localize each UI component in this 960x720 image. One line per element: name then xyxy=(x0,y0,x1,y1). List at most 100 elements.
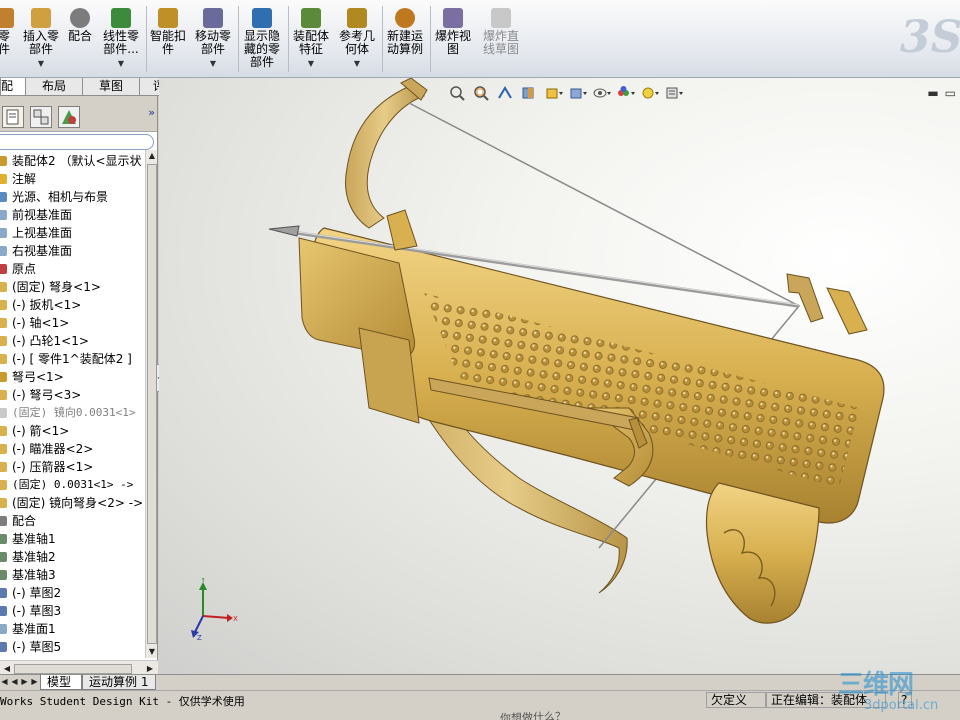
tree-filter-input[interactable] xyxy=(0,134,154,150)
tree-item[interactable]: (固定) 镜向弩身<2> -> xyxy=(0,494,146,512)
tree-item[interactable]: (-) 压箭器<1> xyxy=(0,458,146,476)
minimize-view-icon[interactable]: ▬ xyxy=(927,86,938,100)
solidworks-logo: 3S xyxy=(900,0,960,76)
tree-item[interactable]: 基准轴2 xyxy=(0,548,146,566)
tree-node-icon xyxy=(0,624,7,634)
tree-item[interactable]: (-) 草图3 xyxy=(0,602,146,620)
tree-node-icon xyxy=(0,606,7,616)
ribbon-label: 显示隐 藏的零 部件 xyxy=(243,29,280,69)
tree-node-icon xyxy=(0,426,7,436)
tree-item[interactable]: 基准面1 xyxy=(0,620,146,638)
tree-node-icon xyxy=(0,354,7,364)
tree-item[interactable]: (固定) 镜向0.0031<1> xyxy=(0,404,146,422)
tree-item[interactable]: 配合 xyxy=(0,512,146,530)
tab-assembly[interactable]: 配体 xyxy=(0,78,26,109)
tree-item-label: (固定) 镜向0.0031<1> xyxy=(12,406,136,419)
zoom-area-icon[interactable] xyxy=(471,84,493,102)
dropdown-arrow-icon[interactable]: ▼ xyxy=(336,57,378,70)
explode-line-sketch-button[interactable]: 爆炸直 线草图 xyxy=(478,8,524,76)
tree-node-icon xyxy=(0,552,7,562)
watermark-url: 3dportal.cn xyxy=(864,698,939,713)
tree-item-label: 原点 xyxy=(12,262,37,276)
next-tab-icon[interactable]: ▶ xyxy=(20,676,29,688)
dropdown-arrow-icon[interactable]: ▼ xyxy=(100,57,142,70)
section-view-icon[interactable] xyxy=(519,84,541,102)
tree-item[interactable]: (-) 凸轮1<1> xyxy=(0,332,146,350)
dropdown-arrow-icon[interactable]: ▼ xyxy=(20,57,62,70)
tree-item[interactable]: 右视基准面 xyxy=(0,242,146,260)
tree-item[interactable]: 注解 xyxy=(0,170,146,188)
scroll-up-icon[interactable]: ▲ xyxy=(146,150,158,162)
previous-view-icon[interactable] xyxy=(495,84,517,102)
tree-item[interactable]: (-) 草图2 xyxy=(0,584,146,602)
graphics-area[interactable]: ▬ ▭ Y X Z xyxy=(159,78,960,674)
tree-item[interactable]: 光源、相机与布景 xyxy=(0,188,146,206)
configuration-manager-tab[interactable] xyxy=(30,106,52,128)
scroll-down-icon[interactable]: ▼ xyxy=(146,646,158,658)
expand-chevron-icon[interactable]: » xyxy=(148,106,155,119)
new-part-button[interactable]: 零 件 xyxy=(0,8,16,76)
tree-item[interactable]: 前视基准面 xyxy=(0,206,146,224)
view-settings-icon[interactable] xyxy=(663,84,685,102)
reference-geometry-button[interactable]: 参考几 何体 ▼ xyxy=(336,8,378,76)
tree-item[interactable]: 基准轴1 xyxy=(0,530,146,548)
apply-scene-icon[interactable] xyxy=(639,84,661,102)
tree-item[interactable]: (-) 草图5 xyxy=(0,638,146,656)
tree-item[interactable]: 上视基准面 xyxy=(0,224,146,242)
smart-fasteners-button[interactable]: 智能扣 件 xyxy=(148,8,188,76)
tree-item[interactable]: 弩弓<1> xyxy=(0,368,146,386)
linear-component-pattern-button[interactable]: 线性零 部件... ▼ xyxy=(100,8,142,76)
view-orientation-icon[interactable] xyxy=(543,84,565,102)
tree-item[interactable]: 原点 xyxy=(0,260,146,278)
tree-node-icon xyxy=(0,498,7,508)
scroll-thumb[interactable] xyxy=(147,164,157,644)
tree-item-label: (固定) 0.0031<1> -> xyxy=(12,478,134,491)
logo-text: 3S xyxy=(900,12,960,63)
tree-item[interactable]: (-) 弩弓<3> xyxy=(0,386,146,404)
tree-item[interactable]: (-) 箭<1> xyxy=(0,422,146,440)
ribbon-label: 爆炸视 图 xyxy=(434,29,471,56)
tree-item[interactable]: (-) 扳机<1> xyxy=(0,296,146,314)
tree-item[interactable]: (固定) 弩身<1> xyxy=(0,278,146,296)
show-hidden-components-button[interactable]: 显示隐 藏的零 部件 xyxy=(240,8,284,76)
first-tab-icon[interactable]: ◀ xyxy=(0,676,9,688)
ribbon-separator xyxy=(146,6,147,72)
tree-node-icon xyxy=(0,264,7,274)
tree-item[interactable]: (-) 瞄准器<2> xyxy=(0,440,146,458)
tree-item[interactable]: 装配体2 （默认<显示状 xyxy=(0,152,146,170)
tree-item[interactable]: (-) 轴<1> xyxy=(0,314,146,332)
hide-show-items-icon[interactable] xyxy=(591,84,613,102)
move-component-button[interactable]: 移动零 部件 ▼ xyxy=(192,8,234,76)
hscroll-thumb[interactable] xyxy=(14,664,132,674)
feature-tree-scrollbar[interactable]: ▲ ▼ xyxy=(145,150,157,658)
last-tab-icon[interactable]: ▶ xyxy=(30,676,39,688)
new-motion-study-button[interactable]: 新建运 动算例 xyxy=(384,8,426,76)
exploded-view-icon xyxy=(443,8,463,28)
tab-sketch[interactable]: 草图 xyxy=(82,78,140,96)
prev-tab-icon[interactable]: ◀ xyxy=(10,676,19,688)
property-manager-tab[interactable] xyxy=(2,106,24,128)
tab-model[interactable]: 模型 xyxy=(40,675,82,690)
ribbon-label: 装配体 特征 xyxy=(292,29,329,56)
display-style-icon[interactable] xyxy=(567,84,589,102)
edit-appearance-icon[interactable] xyxy=(615,84,637,102)
tree-item[interactable]: (-) [ 零件1^装配体2 ] xyxy=(0,350,146,368)
display-manager-tab[interactable] xyxy=(58,106,80,128)
insert-components-button[interactable]: 插入零 部件 ▼ xyxy=(20,8,62,76)
tree-item[interactable]: 基准轴3 xyxy=(0,566,146,584)
tile-view-icon[interactable]: ▭ xyxy=(945,86,956,100)
tree-item[interactable]: (固定) 0.0031<1> -> xyxy=(0,476,146,494)
dropdown-arrow-icon[interactable]: ▼ xyxy=(290,57,332,70)
mate-button[interactable]: 配合 xyxy=(66,8,94,76)
exploded-view-button[interactable]: 爆炸视 图 xyxy=(432,8,474,76)
dropdown-arrow-icon[interactable]: ▼ xyxy=(192,57,234,70)
zoom-to-fit-icon[interactable] xyxy=(447,84,469,102)
tree-item-label: 上视基准面 xyxy=(12,226,73,240)
crossbow-model[interactable] xyxy=(159,78,960,674)
tab-motion-study[interactable]: 运动算例 1 xyxy=(82,675,156,690)
svg-text:X: X xyxy=(233,615,238,623)
ribbon-label: 线性零 部件... xyxy=(102,29,139,56)
tab-layout[interactable]: 布局 xyxy=(25,78,83,96)
tree-node-icon xyxy=(0,174,7,184)
assembly-features-button[interactable]: 装配体 特征 ▼ xyxy=(290,8,332,76)
